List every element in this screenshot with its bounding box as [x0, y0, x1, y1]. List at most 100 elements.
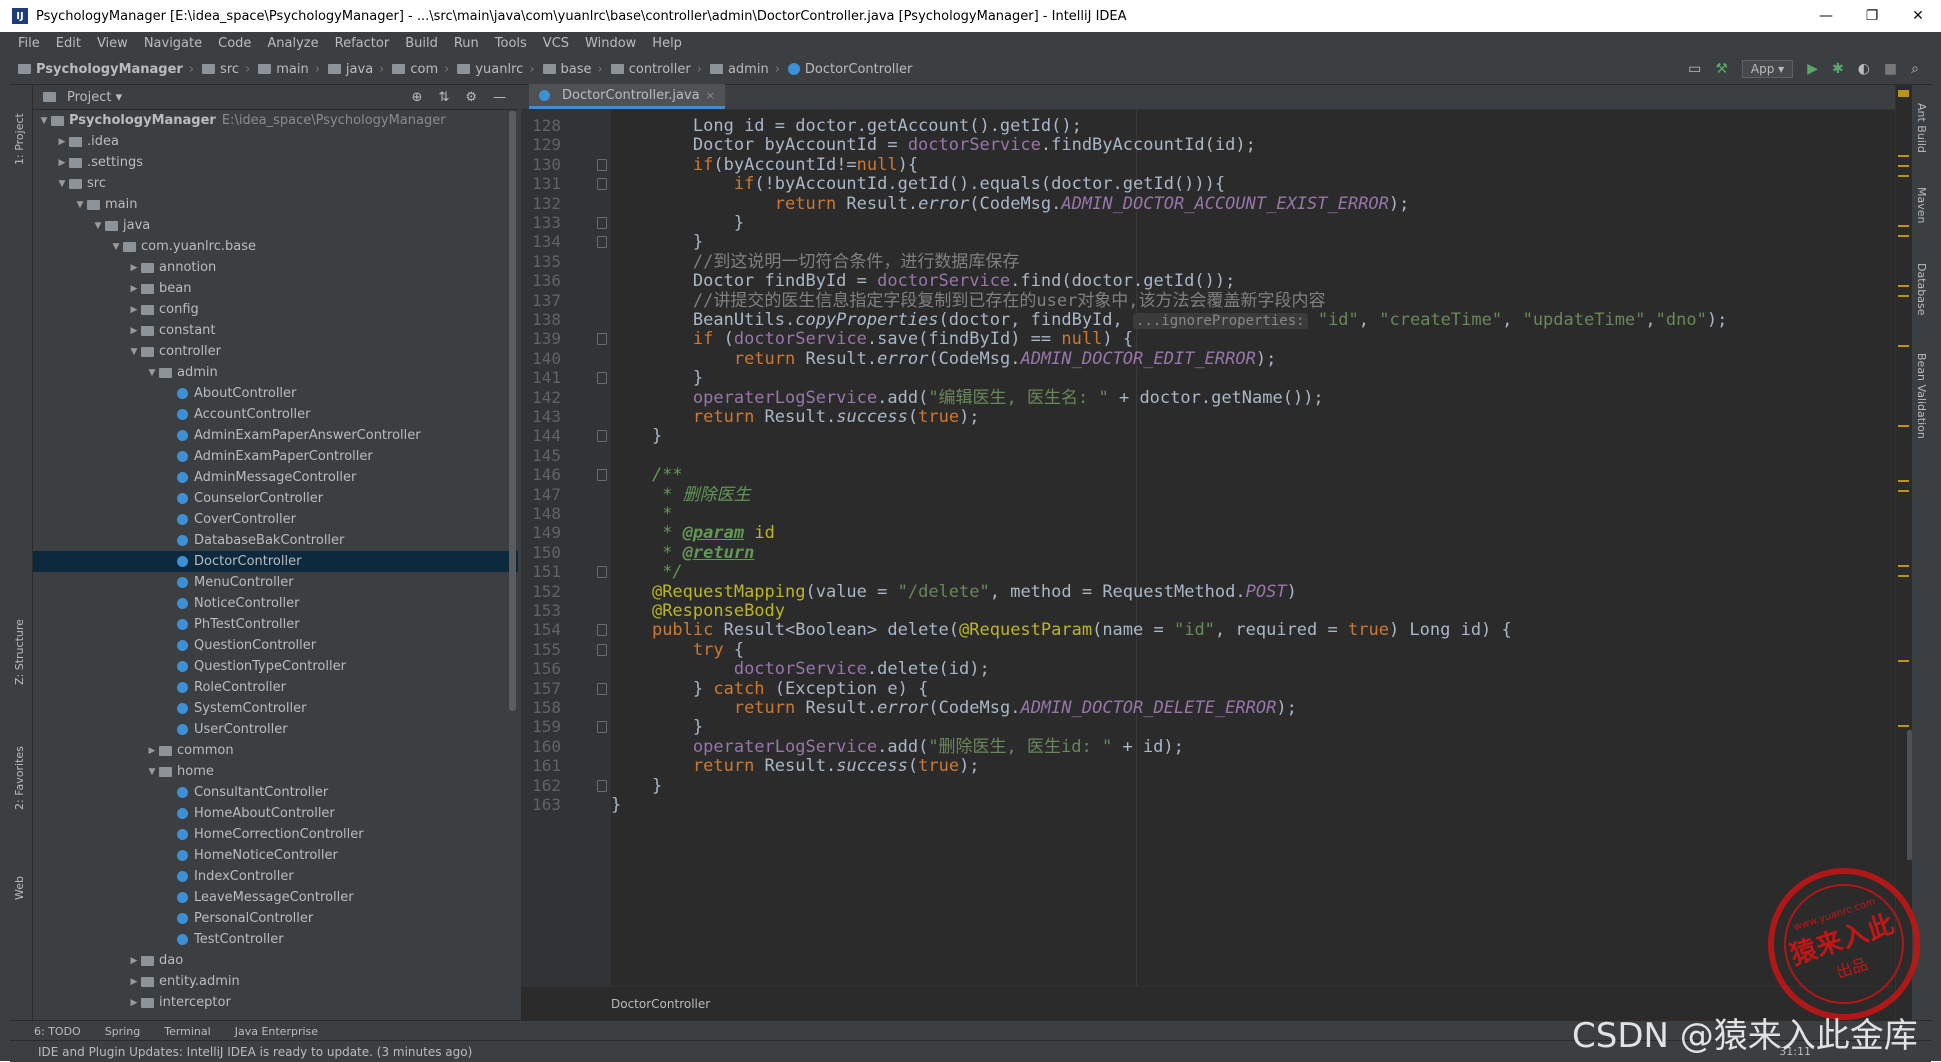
- menu-code[interactable]: Code: [210, 36, 259, 51]
- stripe-mark[interactable]: [1898, 425, 1909, 427]
- tree-folder-item[interactable]: ▼ admin: [33, 362, 518, 383]
- tree-folder-item[interactable]: ▶ dao: [33, 950, 518, 971]
- layout-icon[interactable]: ▭: [1688, 61, 1701, 77]
- tree-class-item[interactable]: TestController: [33, 929, 518, 950]
- fold-marker-icon[interactable]: [597, 158, 607, 171]
- hide-icon[interactable]: —: [493, 90, 506, 105]
- tree-folder-item[interactable]: ▶ common: [33, 740, 518, 761]
- stripe-mark[interactable]: [1898, 490, 1909, 492]
- tree-class-item[interactable]: HomeCorrectionController: [33, 824, 518, 845]
- tool-favorites-tab[interactable]: 2: Favorites: [13, 746, 26, 810]
- tree-class-item[interactable]: LeaveMessageController: [33, 887, 518, 908]
- breadcrumb-item[interactable]: admin ›: [702, 62, 780, 77]
- stripe-mark[interactable]: [1898, 175, 1909, 177]
- run-icon[interactable]: ▶: [1807, 61, 1818, 77]
- error-stripe[interactable]: [1895, 85, 1912, 1020]
- close-icon[interactable]: ×: [706, 89, 715, 102]
- fold-marker-icon[interactable]: [597, 372, 607, 385]
- expanded-arrow-icon[interactable]: ▼: [73, 200, 87, 210]
- tree-folder-item[interactable]: ▶ interceptor: [33, 992, 518, 1013]
- collapsed-arrow-icon[interactable]: ▶: [127, 326, 141, 336]
- menu-tools[interactable]: Tools: [487, 36, 535, 51]
- bottom-tool-java-enterprise[interactable]: Java Enterprise: [235, 1025, 318, 1038]
- tree-class-item[interactable]: MenuController: [33, 572, 518, 593]
- tree-folder-item[interactable]: ▶ constant: [33, 320, 518, 341]
- menu-refactor[interactable]: Refactor: [327, 36, 398, 51]
- tool-ant-build-tab[interactable]: Ant Build: [1915, 103, 1928, 153]
- tool-structure-tab[interactable]: Z: Structure: [13, 619, 26, 685]
- collapsed-arrow-icon[interactable]: ▶: [127, 284, 141, 294]
- tree-class-item[interactable]: PhTestController: [33, 614, 518, 635]
- search-icon[interactable]: ⌕: [1911, 61, 1919, 77]
- inspection-status-icon[interactable]: [1898, 90, 1909, 97]
- tree-folder-item[interactable]: ▼ java: [33, 215, 518, 236]
- fold-marker-icon[interactable]: [597, 333, 607, 346]
- tree-class-item[interactable]: HomeNoticeController: [33, 845, 518, 866]
- expanded-arrow-icon[interactable]: ▼: [127, 347, 141, 357]
- editor-breadcrumb-class[interactable]: DoctorController: [611, 997, 710, 1011]
- fold-marker-icon[interactable]: [597, 779, 607, 792]
- breadcrumb-item[interactable]: controller ›: [603, 62, 702, 77]
- tree-class-item[interactable]: NoticeController: [33, 593, 518, 614]
- tab-doctorcontroller[interactable]: DoctorController.java ×: [529, 84, 725, 109]
- run-config-select[interactable]: App ▾: [1741, 60, 1794, 78]
- menu-build[interactable]: Build: [397, 36, 446, 51]
- tree-class-item[interactable]: SystemController: [33, 698, 518, 719]
- menu-help[interactable]: Help: [644, 36, 690, 51]
- project-scrollbar[interactable]: [509, 111, 516, 711]
- bottom-tool-terminal[interactable]: Terminal: [164, 1025, 211, 1038]
- tree-folder-item[interactable]: ▶ entity.admin: [33, 971, 518, 992]
- breadcrumb-item[interactable]: com ›: [384, 62, 449, 77]
- tool-database-tab[interactable]: Database: [1915, 263, 1928, 316]
- fold-marker-icon[interactable]: [597, 430, 607, 443]
- expanded-arrow-icon[interactable]: ▼: [145, 767, 159, 777]
- tree-class-item[interactable]: QuestionController: [33, 635, 518, 656]
- breadcrumb-item[interactable]: PsychologyManager ›: [10, 62, 194, 77]
- tree-class-item[interactable]: RoleController: [33, 677, 518, 698]
- tree-class-item[interactable]: QuestionTypeController: [33, 656, 518, 677]
- tree-folder-item[interactable]: ▶ annotion: [33, 257, 518, 278]
- menu-window[interactable]: Window: [577, 36, 644, 51]
- collapsed-arrow-icon[interactable]: ▶: [145, 746, 159, 756]
- status-message[interactable]: IDE and Plugin Updates: IntelliJ IDEA is…: [38, 1045, 472, 1059]
- stripe-mark[interactable]: [1898, 235, 1909, 237]
- menu-file[interactable]: File: [10, 36, 48, 51]
- tree-class-item[interactable]: AdminExamPaperAnswerController: [33, 425, 518, 446]
- menu-view[interactable]: View: [89, 36, 136, 51]
- tree-folder-item[interactable]: ▶ bean: [33, 278, 518, 299]
- menu-analyze[interactable]: Analyze: [259, 36, 326, 51]
- stripe-mark[interactable]: [1898, 480, 1909, 482]
- stripe-mark[interactable]: [1898, 345, 1909, 347]
- fold-marker-icon[interactable]: [597, 178, 607, 191]
- tool-project-tab[interactable]: 1: Project: [13, 113, 26, 165]
- menu-navigate[interactable]: Navigate: [136, 36, 210, 51]
- stop-icon[interactable]: ■: [1884, 61, 1897, 77]
- tree-class-item[interactable]: DoctorController: [33, 551, 518, 572]
- fold-marker-icon[interactable]: [597, 721, 607, 734]
- project-view-select[interactable]: Project ▾: [43, 90, 122, 105]
- gear-icon[interactable]: ⚙: [465, 90, 477, 105]
- menu-run[interactable]: Run: [446, 36, 487, 51]
- expanded-arrow-icon[interactable]: ▼: [37, 116, 51, 126]
- fold-marker-icon[interactable]: [597, 643, 607, 656]
- tree-class-item[interactable]: AboutController: [33, 383, 518, 404]
- stripe-mark[interactable]: [1898, 155, 1909, 157]
- tree-folder-item[interactable]: ▼ com.yuanlrc.base: [33, 236, 518, 257]
- tree-folder-item[interactable]: ▶ .settings: [33, 152, 518, 173]
- close-button[interactable]: ✕: [1895, 0, 1941, 32]
- stripe-mark[interactable]: [1898, 285, 1909, 287]
- stripe-mark[interactable]: [1898, 565, 1909, 567]
- maximize-button[interactable]: ❐: [1849, 0, 1895, 32]
- tree-folder-item[interactable]: ▼ PsychologyManager E:\idea_space\Psycholo…: [33, 110, 518, 131]
- stripe-mark[interactable]: [1898, 725, 1909, 727]
- tree-class-item[interactable]: PersonalController: [33, 908, 518, 929]
- fold-marker-icon[interactable]: [597, 236, 607, 249]
- expanded-arrow-icon[interactable]: ▼: [145, 368, 159, 378]
- fold-marker-icon[interactable]: [597, 566, 607, 579]
- code-area[interactable]: 128 Long id = doctor.getAccount().getId(…: [521, 110, 1895, 986]
- menu-vcs[interactable]: VCS: [535, 36, 577, 51]
- tree-class-item[interactable]: HomeAboutController: [33, 803, 518, 824]
- expanded-arrow-icon[interactable]: ▼: [91, 221, 105, 231]
- tree-folder-item[interactable]: ▼ controller: [33, 341, 518, 362]
- expanded-arrow-icon[interactable]: ▼: [109, 242, 123, 252]
